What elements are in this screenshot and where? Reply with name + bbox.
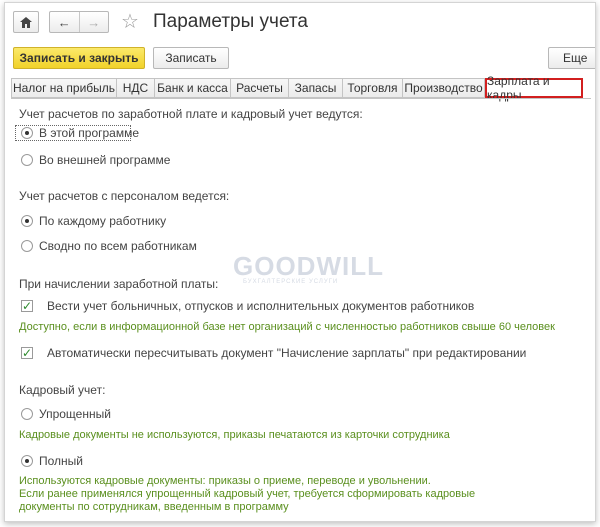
hr-simple-hint: Кадровые документы не используются, прик… bbox=[19, 429, 450, 441]
hr-full-hint-line1: Используются кадровые документы: приказы… bbox=[19, 475, 431, 487]
auto-recalc-checkbox[interactable]: ✓ bbox=[21, 347, 33, 359]
summary-all-label: Сводно по всем работникам bbox=[39, 239, 197, 253]
tab-profit-tax[interactable]: Налог на прибыль bbox=[11, 78, 117, 98]
payroll-this-program-radio[interactable] bbox=[21, 127, 33, 139]
more-button[interactable]: Еще bbox=[548, 47, 595, 69]
accrual-heading: При начислении заработной платы: bbox=[19, 277, 219, 291]
hr-full-hint-line2: Если ранее применялся упрощенный кадровы… bbox=[19, 488, 476, 500]
personnel-heading: Учет расчетов с персоналом ведется: bbox=[19, 189, 230, 203]
sick-leave-checkbox[interactable]: ✓ bbox=[21, 300, 33, 312]
back-forward-group: ← → bbox=[49, 11, 109, 33]
tab-inventory[interactable]: Запасы bbox=[289, 78, 343, 98]
auto-recalc-label: Автоматически пересчитывать документ "На… bbox=[47, 346, 527, 360]
tab-bank-cash[interactable]: Банк и касса bbox=[155, 78, 231, 98]
save-and-close-button[interactable]: Записать и закрыть bbox=[13, 47, 145, 69]
tab-trade[interactable]: Торговля bbox=[343, 78, 403, 98]
home-button[interactable] bbox=[13, 11, 39, 33]
payroll-option-this-program: В этой программе bbox=[39, 126, 140, 140]
hr-full-radio[interactable] bbox=[21, 455, 33, 467]
hr-full-label: Полный bbox=[39, 454, 83, 468]
toolbar: Записать и закрыть Записать Еще bbox=[5, 47, 595, 71]
back-button[interactable]: ← bbox=[50, 12, 79, 32]
sick-leave-hint: Доступно, если в информационной базе нет… bbox=[19, 321, 555, 333]
hr-heading: Кадровый учет: bbox=[19, 383, 106, 397]
favorite-star-icon[interactable]: ☆ bbox=[121, 9, 139, 34]
payroll-external-program-radio[interactable] bbox=[21, 154, 33, 166]
title-bar: ← → ☆ Параметры учета bbox=[5, 3, 595, 43]
tab-divider bbox=[11, 98, 591, 99]
tab-settlements[interactable]: Расчеты bbox=[231, 78, 289, 98]
per-employee-radio[interactable] bbox=[21, 215, 33, 227]
tab-payroll-hr[interactable]: Зарплата и кадры bbox=[485, 74, 583, 102]
payroll-option-external: Во внешней программе bbox=[39, 153, 171, 167]
tab-production[interactable]: Производство bbox=[403, 78, 485, 98]
hr-simple-label: Упрощенный bbox=[39, 407, 111, 421]
settings-window: ← → ☆ Параметры учета Записать и закрыть… bbox=[4, 2, 596, 522]
save-button[interactable]: Записать bbox=[153, 47, 229, 69]
home-icon bbox=[20, 16, 32, 28]
tab-bar: Налог на прибыль НДС Банк и касса Расчет… bbox=[11, 74, 583, 102]
forward-button[interactable]: → bbox=[78, 12, 109, 32]
goodwill-watermark: GOODWILL bbox=[233, 251, 384, 281]
tab-vat[interactable]: НДС bbox=[117, 78, 155, 98]
page-title: Параметры учета bbox=[153, 11, 308, 32]
per-employee-label: По каждому работнику bbox=[39, 214, 167, 228]
payroll-heading: Учет расчетов по заработной плате и кадр… bbox=[19, 107, 363, 121]
sick-leave-label: Вести учет больничных, отпусков и исполн… bbox=[47, 299, 475, 313]
hr-full-hint-line3: документы по сотрудникам, введенным в пр… bbox=[19, 501, 289, 513]
hr-simple-radio[interactable] bbox=[21, 408, 33, 420]
goodwill-watermark-subtext: БУХГАЛТЕРСКИЕ УСЛУГИ bbox=[243, 279, 339, 285]
summary-all-radio[interactable] bbox=[21, 240, 33, 252]
